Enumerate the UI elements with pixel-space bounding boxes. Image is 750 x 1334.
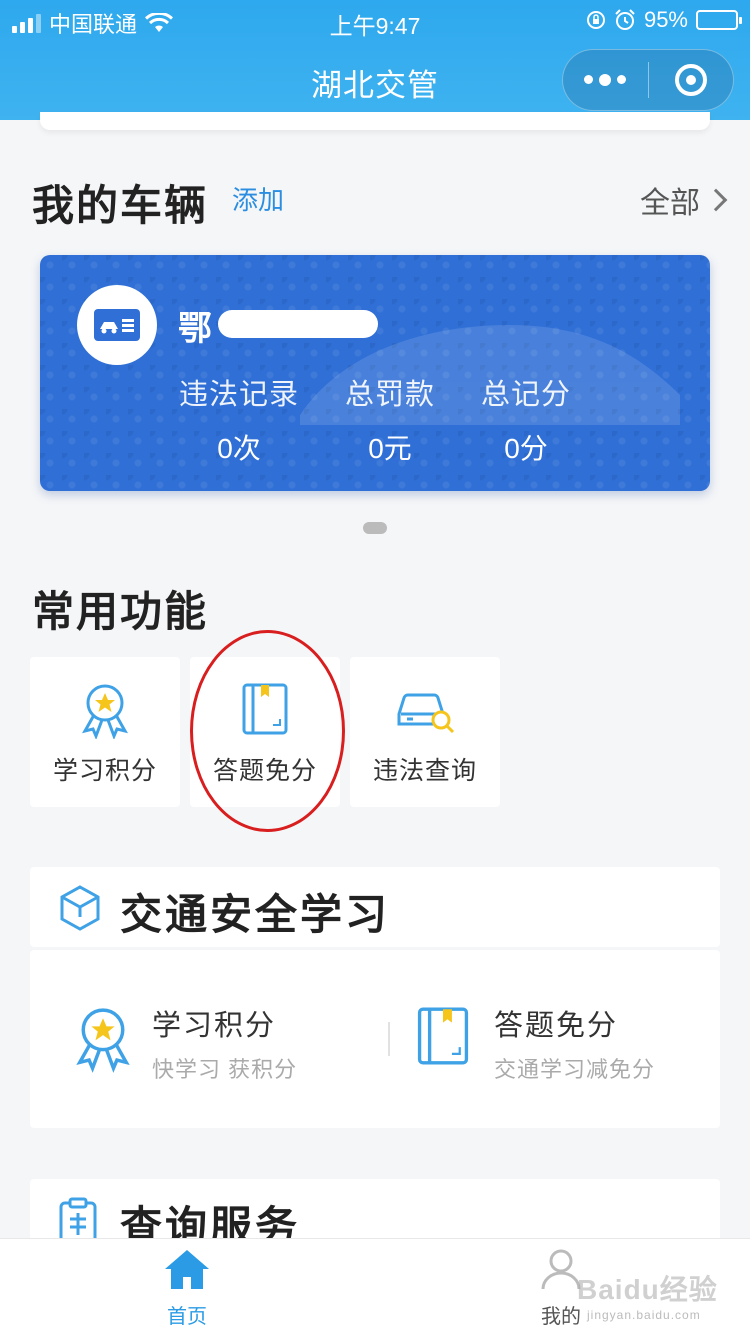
safety-learning-title: 交通安全学习 <box>120 891 391 938</box>
book-icon <box>414 1004 472 1073</box>
stat-value: 0次 <box>217 433 261 464</box>
stat-label: 违法记录 <box>178 379 299 411</box>
common-functions-title: 常用功能 <box>32 588 209 635</box>
learning-quiz-exemption[interactable]: 答题免分 交通学习减免分 <box>414 1000 655 1084</box>
all-vehicles-label: 全部 <box>640 187 700 220</box>
car-search-icon <box>393 679 457 739</box>
function-label: 学习积分 <box>52 757 157 785</box>
vehicle-avatar <box>77 285 157 365</box>
status-bar: 中国联通 上午9:47 95% <box>0 0 750 40</box>
learning-title: 答题免分 <box>494 1010 619 1042</box>
top-bar: 中国联通 上午9:47 95% 湖北交管 <box>0 0 750 120</box>
previous-card-edge <box>40 112 710 130</box>
function-violation-query[interactable]: 违法查询 <box>350 657 500 807</box>
plate-redaction <box>218 310 378 338</box>
rotation-lock-icon <box>586 11 605 29</box>
stat-label: 总记分 <box>480 379 571 411</box>
all-vehicles-link[interactable]: 全部 <box>640 178 728 222</box>
add-vehicle-link[interactable]: 添加 <box>232 180 284 217</box>
stat-value: 0元 <box>368 433 412 464</box>
graduation-cap-icon <box>58 883 102 938</box>
learning-divider <box>388 1022 390 1056</box>
plate-number: 鄂 <box>178 310 212 348</box>
watermark-url: jingyan.baidu.com <box>587 1308 701 1322</box>
safety-learning-body: 学习积分 快学习 获积分 答题免分 交通学习减免分 <box>30 950 720 1128</box>
tab-home[interactable]: 首页 <box>127 1247 247 1329</box>
medal-icon <box>68 1002 138 1079</box>
function-study-points[interactable]: 学习积分 <box>30 657 180 807</box>
vehicles-title: 我的车辆 <box>32 182 209 229</box>
close-target-icon <box>674 64 707 96</box>
carousel-indicator <box>363 522 387 534</box>
battery-icon <box>696 10 742 30</box>
battery-percent: 95% <box>643 7 688 32</box>
stat-points: 总记分 0分 <box>466 371 586 467</box>
vehicle-license-icon <box>94 309 140 341</box>
stat-value: 0分 <box>504 433 548 464</box>
learning-title: 学习积分 <box>152 1010 277 1042</box>
more-button[interactable] <box>563 73 648 86</box>
safety-learning-header: 交通安全学习 <box>30 867 720 947</box>
annotation-red-circle <box>190 630 345 832</box>
baidu-watermark: Baidu经验 jingyan.baidu.com <box>577 1268 718 1322</box>
stat-fines: 总罚款 0元 <box>330 371 450 467</box>
vehicle-card[interactable]: 鄂 违法记录 0次 总罚款 0元 总记分 0分 <box>40 255 710 491</box>
medal-icon <box>73 679 137 739</box>
stat-label: 总罚款 <box>344 379 435 411</box>
watermark-text: Baidu经验 <box>577 1274 718 1305</box>
mini-program-capsule <box>562 49 734 111</box>
chevron-right-icon <box>704 188 728 212</box>
learning-study-points[interactable]: 学习积分 快学习 获积分 <box>68 1000 297 1084</box>
function-label: 违法查询 <box>372 757 477 785</box>
status-right: 95% <box>586 7 742 33</box>
close-button[interactable] <box>649 64 734 96</box>
stat-violations: 违法记录 0次 <box>174 371 304 467</box>
home-icon <box>165 1250 209 1289</box>
alarm-icon <box>615 9 635 30</box>
learning-subtitle: 快学习 获积分 <box>152 1057 298 1082</box>
tab-home-label: 首页 <box>167 1306 207 1328</box>
learning-subtitle: 交通学习减免分 <box>494 1057 656 1082</box>
